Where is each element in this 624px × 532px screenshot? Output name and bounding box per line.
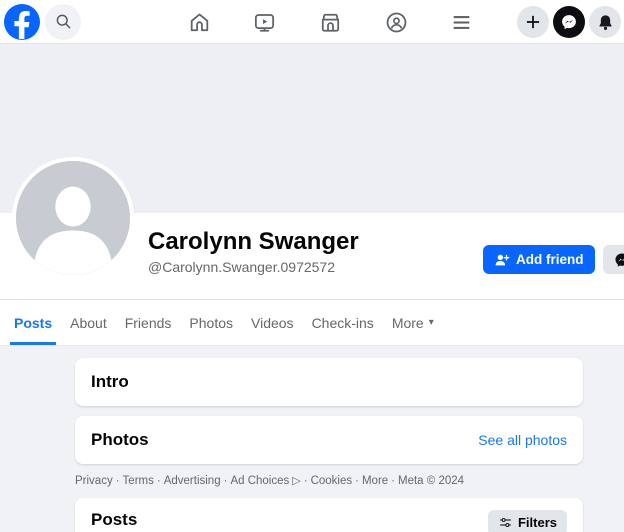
footer-separator: · (116, 475, 120, 487)
tab-friends[interactable]: Friends (121, 300, 176, 345)
see-all-photos-link[interactable]: See all photos (478, 432, 567, 448)
groups-icon (384, 10, 409, 35)
footer-separator: · (224, 475, 228, 487)
nav-marketplace-button[interactable] (317, 9, 343, 35)
marketplace-icon (318, 10, 343, 35)
messenger-small-icon (614, 252, 624, 268)
plus-icon (524, 13, 542, 31)
footer-link-cookies[interactable]: Cookies (311, 475, 353, 487)
tab-check-ins[interactable]: Check-ins (308, 300, 378, 345)
footer-separator: · (355, 475, 359, 487)
nav-groups-button[interactable] (383, 9, 409, 35)
filters-sliders-icon (498, 515, 513, 530)
add-friend-button[interactable]: Add friend (483, 245, 595, 274)
default-avatar-icon (16, 161, 130, 275)
footer-link-ad-choices[interactable]: Ad Choices (230, 475, 289, 487)
watch-icon (252, 10, 277, 35)
profile-picture[interactable] (12, 157, 134, 279)
create-button[interactable] (517, 6, 549, 38)
facebook-logo-icon (4, 4, 40, 40)
intro-title: Intro (91, 372, 567, 392)
profile-tabs: Posts About Friends Photos Videos Check-… (0, 299, 624, 346)
footer-link-more[interactable]: More (362, 475, 388, 487)
facebook-profile-page: Carolynn Swanger @Carolynn.Swanger.09725… (0, 0, 624, 532)
filters-label: Filters (518, 515, 557, 530)
tab-more[interactable]: More ▾ (388, 300, 438, 345)
messenger-button[interactable] (553, 6, 585, 38)
notifications-button[interactable] (589, 6, 621, 38)
footer-separator: · (304, 475, 308, 487)
profile-header: Carolynn Swanger @Carolynn.Swanger.09725… (0, 213, 624, 299)
add-friend-label: Add friend (516, 252, 584, 267)
footer-separator: · (157, 475, 161, 487)
photos-title: Photos (91, 430, 149, 450)
posts-card: Posts Filters (75, 498, 583, 532)
top-nav-bar (0, 0, 624, 44)
profile-action-buttons: Add friend Message (483, 245, 624, 274)
message-button[interactable]: Message (603, 245, 624, 274)
tab-photos[interactable]: Photos (185, 300, 237, 345)
facebook-logo[interactable] (4, 4, 40, 40)
messenger-icon (560, 13, 578, 31)
footer-copyright: Meta © 2024 (398, 475, 464, 487)
tab-about[interactable]: About (66, 300, 111, 345)
menu-icon (449, 10, 474, 35)
footer-link-privacy[interactable]: Privacy (75, 475, 113, 487)
nav-menu-button[interactable] (448, 9, 474, 35)
header-actions (517, 6, 621, 38)
home-icon (187, 10, 212, 35)
footer: Privacy·Terms·Advertising·Ad Choices▷·Co… (75, 474, 583, 487)
filters-button[interactable]: Filters (488, 510, 567, 532)
intro-card: Intro (75, 358, 583, 406)
notifications-bell-icon (596, 13, 615, 32)
adchoices-icon: ▷ (292, 475, 300, 487)
nav-watch-button[interactable] (251, 9, 277, 35)
search-icon (55, 13, 72, 30)
chevron-down-icon: ▾ (429, 318, 434, 328)
footer-separator: · (391, 475, 395, 487)
photos-card: Photos See all photos (75, 416, 583, 464)
footer-link-advertising[interactable]: Advertising (164, 475, 221, 487)
tab-videos[interactable]: Videos (247, 300, 298, 345)
person-add-icon (494, 252, 510, 268)
footer-link-terms[interactable]: Terms (123, 475, 154, 487)
search-button[interactable] (45, 4, 81, 40)
posts-title: Posts (91, 510, 137, 530)
nav-home-button[interactable] (186, 9, 212, 35)
tab-posts[interactable]: Posts (10, 300, 56, 345)
profile-content: Intro Photos See all photos Privacy·Term… (0, 346, 624, 532)
